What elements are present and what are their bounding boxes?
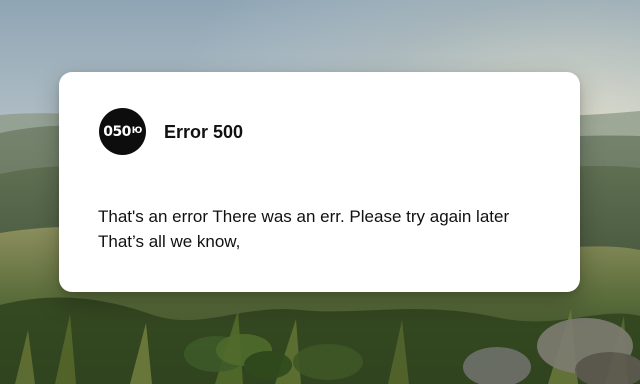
error-card: 050 Ю Error 500 That's an error There was… (59, 72, 580, 292)
error-code-suffix: Ю (131, 126, 143, 136)
error-message-line-2: That’s all we know, (98, 232, 241, 251)
error-code-text: 050 (103, 123, 131, 140)
error-title: Error 500 (164, 121, 244, 142)
error-header: 050 Ю Error 500 (99, 108, 243, 155)
error-message-line-1: That's an error There was an err. Please… (98, 207, 510, 226)
error-message: That's an error There was an err. Please… (98, 204, 568, 254)
error-code-badge: 050 Ю (99, 108, 146, 155)
